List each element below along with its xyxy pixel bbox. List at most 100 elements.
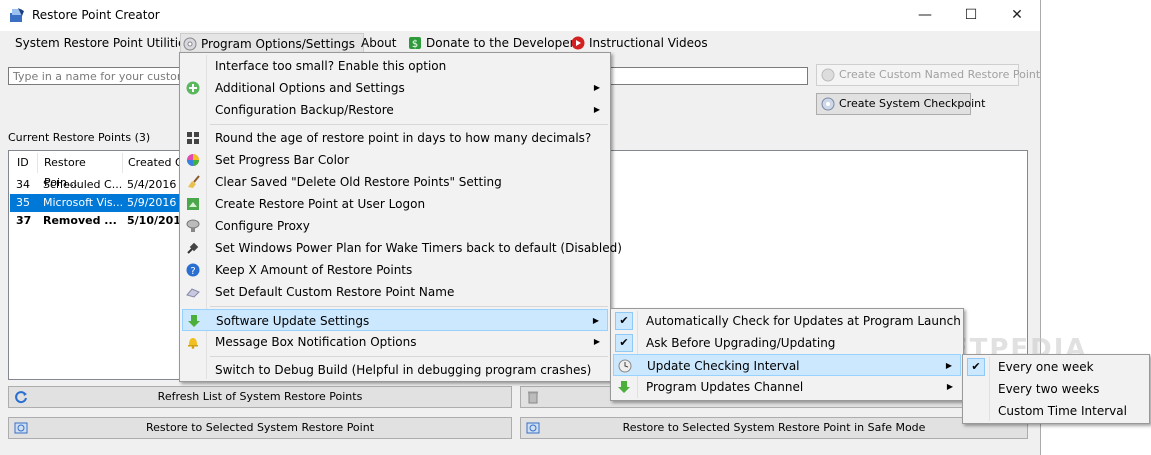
menu-item-every-two-weeks[interactable]: Every two weeks (965, 378, 1147, 400)
menu-item-label: Software Update Settings (216, 314, 370, 328)
down-arrow-icon (618, 381, 630, 393)
menu-item-progress-color[interactable]: Set Progress Bar Color (182, 149, 608, 171)
menu-item-software-update[interactable]: Software Update Settings ▶ (182, 309, 608, 331)
menu-item-label: Round the age of restore point in days t… (215, 131, 592, 145)
row-id: 34 (16, 178, 30, 191)
menu-item-label: Update Checking Interval (647, 359, 800, 373)
checkmark-icon: ✔ (615, 312, 633, 330)
create-named-label: Create Custom Named Restore Point (839, 68, 1041, 81)
title-bar: Restore Point Creator — ☐ ✕ (0, 0, 1040, 31)
restore-selected-button[interactable]: Restore to Selected System Restore Point (8, 417, 512, 439)
create-checkpoint-label: Create System Checkpoint (839, 97, 986, 110)
submenu-arrow-icon: ▶ (592, 316, 599, 325)
restore-label: Restore to Selected System Restore Point (145, 421, 375, 434)
menu-item-label: Clear Saved "Delete Old Restore Points" … (215, 175, 502, 189)
table-row-selected[interactable]: 35 Microsoft Vis... 5/9/2016 6 (10, 194, 190, 212)
menu-item-message-box[interactable]: Message Box Notification Options ▶ (182, 331, 608, 353)
bell-icon (188, 338, 198, 349)
menu-item-label: Message Box Notification Options (215, 335, 417, 349)
menu-item-label: Set Progress Bar Color (215, 153, 350, 167)
menu-item-every-one-week[interactable]: ✔ Every one week (965, 356, 1147, 378)
software-update-submenu: ✔ Automatically Check for Updates at Pro… (610, 308, 964, 401)
column-restore-point-name[interactable]: Restore Poin... (38, 153, 123, 189)
plus-icon (186, 81, 200, 95)
menu-donate-label: Donate to the Developer (426, 36, 575, 50)
restore-icon (14, 422, 28, 434)
menu-item-additional-options[interactable]: Additional Options and Settings ▶ (182, 77, 608, 99)
grid-icon (187, 132, 199, 144)
menu-item-clear-delete-setting[interactable]: Clear Saved "Delete Old Restore Points" … (182, 171, 608, 193)
refresh-icon (15, 391, 27, 404)
color-wheel-icon (187, 154, 199, 166)
menu-item-label: Every two weeks (998, 382, 1100, 396)
menu-item-ask-before-update[interactable]: ✔ Ask Before Upgrading/Updating (613, 332, 961, 354)
close-button[interactable]: ✕ (994, 0, 1040, 31)
menu-item-interface-size[interactable]: Interface too small? Enable this option (182, 55, 608, 77)
create-system-checkpoint-button[interactable]: Create System Checkpoint (816, 93, 985, 115)
submenu-arrow-icon: ▶ (593, 105, 600, 114)
row-name: Scheduled C... (43, 178, 123, 191)
menu-item-label: Switch to Debug Build (Helpful in debugg… (215, 363, 592, 377)
restore-disc-icon (821, 68, 835, 82)
submenu-arrow-icon: ▶ (945, 361, 952, 370)
current-restore-points-label: Current Restore Points (3) (8, 131, 151, 144)
column-id[interactable]: ID (11, 153, 38, 173)
checkmark-icon: ✔ (615, 334, 633, 352)
restore-safe-label: Restore to Selected System Restore Point… (622, 421, 926, 434)
broom-icon (188, 175, 200, 188)
settings-disc-icon (183, 37, 197, 51)
checkpoint-disc-icon (821, 97, 835, 111)
play-icon (571, 36, 585, 50)
svg-text:?: ? (190, 266, 195, 277)
plug-icon (187, 242, 199, 254)
maximize-button[interactable]: ☐ (948, 0, 994, 31)
menu-item-label: Create Restore Point at User Logon (215, 197, 426, 211)
menu-about[interactable]: About (361, 34, 396, 52)
menu-item-auto-check[interactable]: ✔ Automatically Check for Updates at Pro… (613, 310, 961, 332)
clock-icon (618, 359, 632, 373)
menu-item-round-age[interactable]: Round the age of restore point in days t… (182, 127, 608, 149)
menu-videos[interactable]: Instructional Videos (571, 34, 708, 52)
submenu-arrow-icon: ▶ (593, 83, 600, 92)
menu-item-logon-restore[interactable]: Create Restore Point at User Logon (182, 193, 608, 215)
menu-item-default-name[interactable]: Set Default Custom Restore Point Name (182, 281, 608, 303)
menu-item-label: Program Updates Channel (646, 380, 804, 394)
menu-utilities[interactable]: System Restore Point Utilities (15, 34, 192, 52)
dollar-icon: $ (409, 37, 421, 50)
update-interval-submenu: ✔ Every one week Every two weeks Custom … (962, 354, 1150, 424)
table-row[interactable]: 34 Scheduled C... 5/4/2016 1 (10, 176, 190, 194)
menu-separator (210, 306, 608, 307)
menu-separator (210, 124, 608, 125)
help-icon: ? (186, 263, 200, 277)
trash-icon (528, 391, 538, 404)
restore-safe-icon (526, 422, 540, 434)
menu-item-label: Configure Proxy (215, 219, 310, 233)
menu-item-keep-x-points[interactable]: ? Keep X Amount of Restore Points (182, 259, 608, 281)
row-name: Removed ... (43, 214, 117, 227)
menu-item-update-interval[interactable]: Update Checking Interval ▶ (613, 354, 961, 376)
table-row[interactable]: 37 Removed ... 5/10/201 (10, 212, 190, 230)
menu-donate[interactable]: $ Donate to the Developer (408, 34, 575, 52)
row-id: 35 (16, 196, 30, 209)
menu-item-config-backup[interactable]: Configuration Backup/Restore ▶ (182, 99, 608, 121)
menu-item-debug-build[interactable]: Switch to Debug Build (Helpful in debugg… (182, 359, 608, 381)
menu-item-label: Keep X Amount of Restore Points (215, 263, 413, 277)
proxy-icon (186, 219, 200, 232)
menu-item-custom-interval[interactable]: Custom Time Interval (965, 400, 1147, 422)
restore-safe-mode-button[interactable]: Restore to Selected System Restore Point… (520, 417, 1028, 439)
row-id: 37 (16, 214, 32, 227)
menu-separator (210, 356, 608, 357)
checkmark-icon: ✔ (967, 358, 985, 376)
menu-bar: System Restore Point Utilities Program O… (0, 31, 1040, 55)
refresh-restore-points-button[interactable]: Refresh List of System Restore Points (8, 386, 512, 408)
menu-item-update-channel[interactable]: Program Updates Channel ▶ (613, 376, 961, 398)
menu-item-label: Automatically Check for Updates at Progr… (646, 314, 961, 328)
svg-text:$: $ (412, 39, 418, 50)
menu-item-power-plan[interactable]: Set Windows Power Plan for Wake Timers b… (182, 237, 622, 259)
menu-item-label: Custom Time Interval (998, 404, 1127, 418)
create-named-restore-point-button[interactable]: Create Custom Named Restore Point (816, 64, 1040, 86)
menu-item-label: Interface too small? Enable this option (215, 59, 447, 73)
minimize-button[interactable]: — (902, 0, 948, 31)
menu-item-configure-proxy[interactable]: Configure Proxy (182, 215, 608, 237)
window-title: Restore Point Creator (32, 8, 160, 22)
